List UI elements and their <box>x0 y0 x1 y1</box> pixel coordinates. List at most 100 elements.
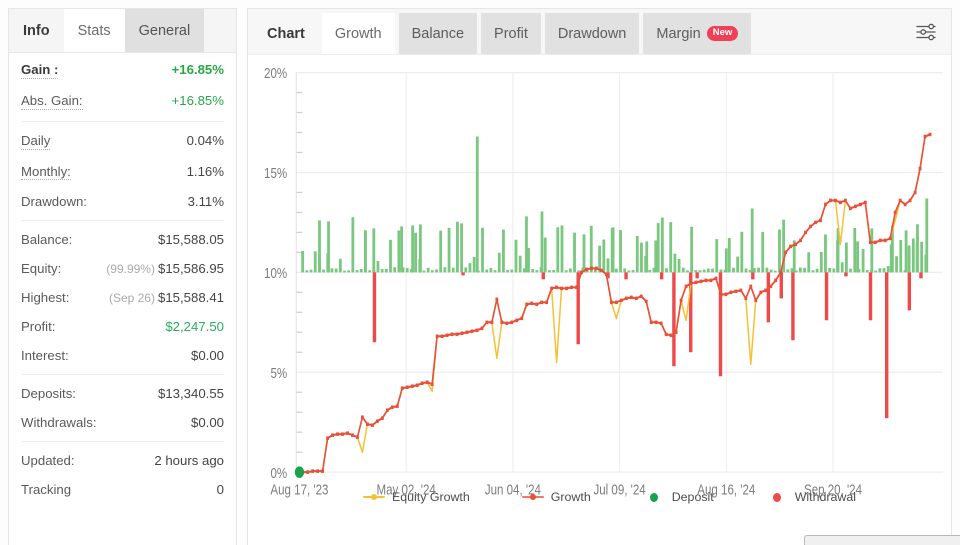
growth-point-marker <box>923 134 927 139</box>
tab-drawdown[interactable]: Drawdown <box>544 13 640 54</box>
growth-point-marker <box>515 318 519 323</box>
growth-point-marker <box>609 300 613 305</box>
y-axis-tick-label: 15% <box>264 165 287 182</box>
growth-point-marker <box>649 320 653 325</box>
withdrawal-bar <box>791 272 795 341</box>
deposit-bar <box>451 267 455 273</box>
stat-row: Gain : +16.85% <box>21 55 224 86</box>
stat-value-main: $0.00 <box>190 415 224 431</box>
legend-item-deposit[interactable]: Deposit <box>643 490 714 504</box>
legend-label-growth: Growth <box>550 490 591 504</box>
chart-legend: Equity Growth Growth Deposit Withdrawal <box>248 490 951 509</box>
growth-point-marker <box>326 436 329 440</box>
deposit-bar <box>359 269 363 273</box>
deposit-bar <box>702 269 706 273</box>
stat-row: Profit: $2,247.50 <box>21 312 224 341</box>
deposit-bar <box>435 269 438 273</box>
deposit-bar <box>736 256 740 273</box>
deposit-bar <box>472 256 476 273</box>
deposit-bar <box>698 270 702 273</box>
legend-item-growth[interactable]: Growth <box>521 490 591 504</box>
tab-margin[interactable]: Margin New <box>643 13 752 54</box>
withdrawal-bar <box>919 272 923 279</box>
deposit-bar <box>372 228 376 273</box>
sidebar-tab-info[interactable]: Info <box>9 9 64 52</box>
y-axis-tick-label: 0% <box>270 465 287 482</box>
growth-point-marker <box>565 286 568 291</box>
tab-chart[interactable]: Chart <box>254 13 318 54</box>
stat-value-sub: (99.99%) <box>106 262 155 277</box>
deposit-bar <box>577 270 581 273</box>
growth-point-marker <box>779 270 783 275</box>
deposit-bar <box>925 198 929 273</box>
sliders-icon[interactable] <box>915 21 937 43</box>
stat-row: Drawdown: 3.11% <box>21 187 224 216</box>
deposit-bar <box>798 267 802 273</box>
stat-value: $0.00 <box>191 415 224 430</box>
deposit-bar <box>694 270 698 273</box>
growth-point-marker <box>654 320 658 325</box>
growth-point-marker <box>724 292 728 297</box>
growth-point-marker <box>794 242 798 247</box>
stat-row: Abs. Gain: +16.85% <box>21 86 224 117</box>
sidebar-tabs: Info Stats General <box>9 9 236 53</box>
deposit-bar <box>757 267 760 273</box>
growth-point-marker <box>485 320 489 325</box>
deposit-bar <box>334 268 338 273</box>
new-badge: New <box>706 26 739 41</box>
growth-point-marker <box>390 405 394 409</box>
growth-point-marker <box>629 295 633 300</box>
withdrawal-bar <box>766 272 771 323</box>
withdrawal-bar <box>624 272 628 280</box>
sidebar-tab-stats[interactable]: Stats <box>63 9 125 52</box>
stat-label: Withdrawals: <box>21 415 97 431</box>
deposit-bar <box>836 240 839 273</box>
growth-point-marker <box>729 290 733 295</box>
sidebar-tab-stats-label: Stats <box>77 22 111 39</box>
withdrawal-bar <box>461 272 465 276</box>
bottom-floating-bar[interactable] <box>804 535 960 545</box>
stat-label[interactable]: Monthly: <box>21 164 71 181</box>
stat-label[interactable]: Gain : <box>21 63 59 79</box>
stats-list: Gain : +16.85% Abs. Gain: +16.85% Daily 0.04%… <box>9 53 236 545</box>
growth-point-marker <box>824 202 827 207</box>
growth-point-marker <box>480 326 484 331</box>
growth-point-marker <box>595 266 598 271</box>
deposit-bar <box>654 240 658 273</box>
deposit-bar <box>761 231 765 273</box>
chart-panel: Chart Growth Balance Profit Drawdown Mar… <box>247 8 960 545</box>
sidebar-tab-general[interactable]: General <box>124 9 205 52</box>
legend-item-withdrawal[interactable]: Withdrawal <box>766 490 856 504</box>
deposit-bar <box>765 267 769 273</box>
deposit-bar <box>719 269 723 273</box>
stat-label[interactable]: Daily <box>21 133 51 150</box>
y-axis-tick-label: 10% <box>264 265 287 282</box>
growth-point-marker <box>435 334 439 339</box>
growth-point-marker <box>341 432 344 436</box>
tab-balance[interactable]: Balance <box>398 13 478 54</box>
growth-point-marker <box>848 206 852 211</box>
deposit-bar <box>380 269 384 273</box>
deposit-bar <box>422 270 426 273</box>
stat-label[interactable]: Abs. Gain: <box>21 93 83 110</box>
deposit-bar <box>861 248 865 273</box>
deposit-bar <box>351 217 355 273</box>
deposit-bar <box>556 227 560 273</box>
legend-item-equity-growth[interactable]: Equity Growth <box>362 490 470 504</box>
deposit-bar <box>540 211 544 273</box>
growth-point-marker <box>829 198 832 203</box>
stat-value-main: $15,588.05 <box>157 232 224 248</box>
deposit-bar <box>778 229 781 273</box>
growth-point-marker <box>839 200 842 205</box>
stat-label: Updated: <box>21 453 75 469</box>
deposit-bar <box>769 269 773 273</box>
growth-point-marker <box>500 320 504 325</box>
tab-growth[interactable]: Growth <box>321 13 395 54</box>
growth-point-marker <box>420 381 424 385</box>
growth-point-marker <box>664 332 668 337</box>
divider <box>21 120 224 122</box>
tab-profit[interactable]: Profit <box>481 13 541 54</box>
stat-value-main: $2,247.50 <box>165 319 224 335</box>
growth-point-marker <box>749 284 753 289</box>
growth-point-marker <box>799 238 802 243</box>
